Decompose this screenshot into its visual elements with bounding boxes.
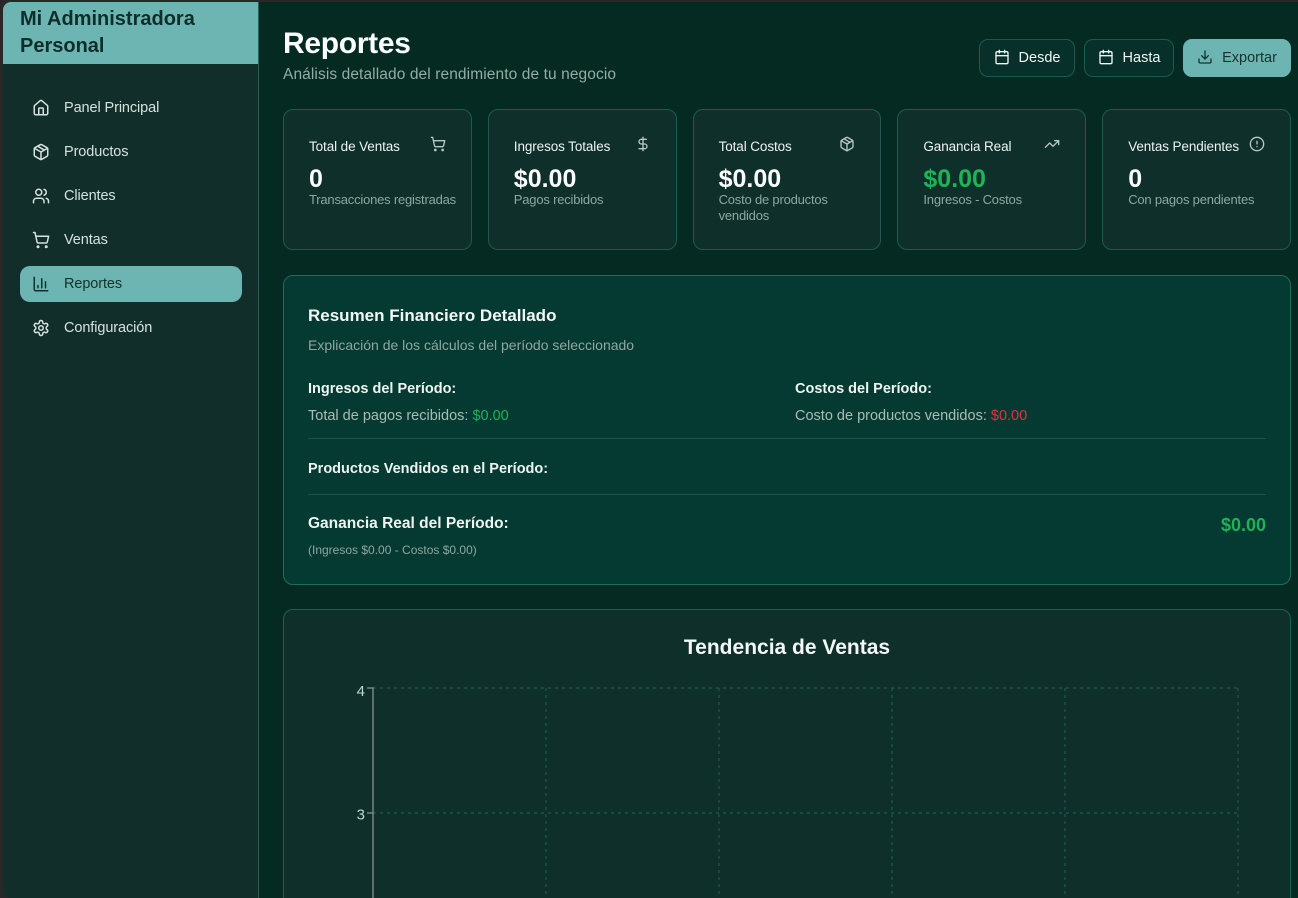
svg-text:4: 4 bbox=[357, 683, 365, 700]
svg-text:3: 3 bbox=[357, 807, 365, 824]
